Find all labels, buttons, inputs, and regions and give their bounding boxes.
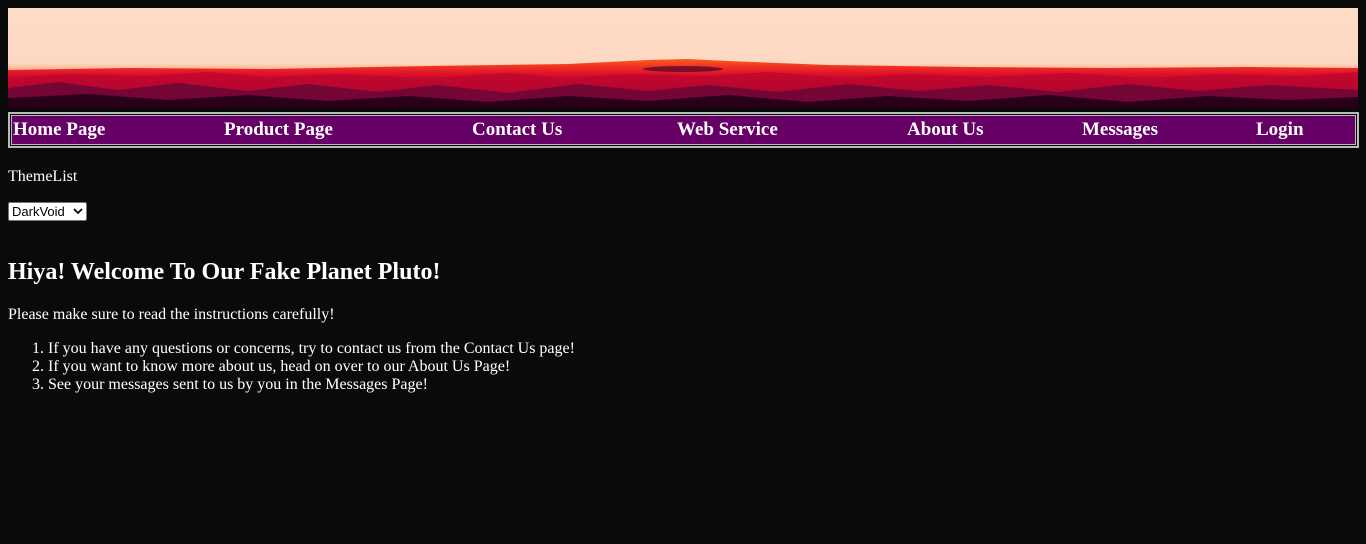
chevron-down-icon [73, 203, 83, 226]
list-item: If you want to know more about us, head … [48, 358, 575, 376]
nav-contact-us-link[interactable]: Contact Us [472, 119, 562, 141]
nav-product-page-link[interactable]: Product Page [224, 119, 333, 141]
nav-home-page-link[interactable]: Home Page [13, 119, 105, 141]
instructions-list: If you have any questions or concerns, t… [8, 340, 575, 394]
theme-list-label: ThemeList [8, 168, 78, 185]
nav-messages-link[interactable]: Messages [1082, 119, 1158, 141]
nav-web-service-link[interactable]: Web Service [677, 119, 778, 141]
instructions-text: Please make sure to read the instruction… [8, 306, 335, 323]
nav-bar-inner: Home Page Product Page Contact Us Web Se… [11, 115, 1356, 145]
theme-select-value: DarkVoid [12, 204, 65, 219]
nav-bar: Home Page Product Page Contact Us Web Se… [8, 112, 1359, 148]
header-banner-image [8, 8, 1358, 108]
theme-select[interactable]: DarkVoid [8, 202, 87, 221]
list-item: See your messages sent to us by you in t… [48, 376, 575, 394]
welcome-heading: Hiya! Welcome To Our Fake Planet Pluto! [8, 259, 441, 285]
nav-login-link[interactable]: Login [1256, 119, 1304, 141]
list-item: If you have any questions or concerns, t… [48, 340, 575, 358]
page: Home Page Product Page Contact Us Web Se… [0, 0, 1366, 544]
nav-about-us-link[interactable]: About Us [907, 119, 984, 141]
